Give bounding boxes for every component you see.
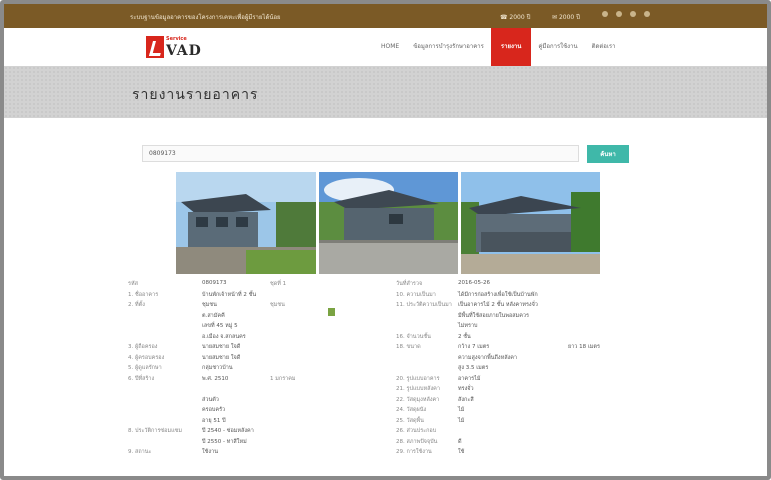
detail-value: อายุ 51 ปี — [202, 417, 226, 424]
detail-label: รหัส — [128, 281, 138, 287]
detail-label-3: 10. ความเป็นมา — [396, 291, 436, 298]
email-info: ✉ 2000 ปี — [552, 14, 580, 21]
detail-label-3: 18. ขนาด — [396, 344, 421, 350]
detail-value-3: ไม้ — [458, 407, 465, 413]
search-input[interactable] — [142, 145, 579, 162]
detail-value: ปี 2540 - ซ่อมหลังคา — [202, 428, 254, 434]
detail-value-3: สูง 3.5 เมตร — [458, 365, 489, 371]
detail-value-3: ไม้ — [458, 417, 465, 424]
nav-menu: HOME ข้อมูลการบำรุงรักษาอาคาร รายงาน คู่มือ… — [374, 28, 623, 66]
detail-value-3: ทรงจั่ว — [458, 386, 474, 392]
detail-value: ส่วนตัว — [202, 396, 219, 403]
detail-label: 6. ปีที่สร้าง — [128, 375, 155, 382]
detail-value-3: กว้าง 7 เมตร — [458, 344, 490, 350]
phone-text: 2000 ปี — [509, 14, 531, 21]
detail-label-3: 21. รูปแบบหลังคา — [396, 386, 440, 392]
detail-label: 2. ที่ตั้ง — [128, 302, 145, 308]
detail-label-3: 25. วัสดุพื้น — [396, 417, 424, 424]
detail-value: อ.เมือง จ.สกลนคร — [202, 333, 246, 340]
detail-value-3: ไม่ทราบ — [458, 323, 478, 329]
detail-value: กลุ่มชาวบ้าน — [202, 365, 233, 371]
detail-value: นายสมชาย ใจดี — [202, 344, 241, 350]
google-icon[interactable] — [630, 11, 636, 17]
detail-value-3: เป็นอาคารไม้ 2 ชั้น หลังคาทรงจั่ว — [458, 302, 538, 308]
detail-value-3: ได้มีการก่อสร้างเพื่อใช้เป็นบ้านพัก — [458, 291, 538, 298]
detail-value: บ้านพักเจ้าหน้าที่ 2 ชั้น — [202, 291, 257, 298]
detail-value: นายสมชาย ใจดี — [202, 354, 241, 361]
social-links — [602, 11, 650, 17]
site-logo[interactable]: Service VAD — [146, 36, 202, 59]
detail-label-2: ชุมชน — [270, 302, 285, 308]
detail-label-2: ชุดที่ 1 — [270, 281, 287, 287]
building-photo-2 — [319, 172, 458, 274]
detail-label: 3. ผู้ถือครอง — [128, 344, 158, 350]
building-photo-3 — [461, 172, 600, 274]
detail-value-3: ความสูงจากพื้นถึงหลังคา — [458, 354, 518, 361]
detail-value: พ.ศ. 2510 — [202, 375, 229, 382]
detail-value-3: 2 ชั้น — [458, 333, 471, 340]
detail-label-3: 16. จำนวนชั้น — [396, 333, 431, 340]
detail-value-3: มีพื้นที่ใช้สอยภายในพอสมควร — [458, 312, 529, 319]
logo-top-text: Service — [166, 36, 187, 42]
detail-label: 5. ผู้ดูแลรักษา — [128, 365, 162, 371]
detail-label-2: 1 มกราคม — [270, 375, 296, 382]
announcement-text: ระบบฐานข้อมูลอาคารของโครงการเคหะเพื่อผู้… — [130, 14, 281, 21]
page-title: รายงานรายอาคาร — [132, 87, 259, 103]
detail-label-3: 20. รูปแบบอาคาร — [396, 375, 440, 382]
detail-value-3: อาคารไม้ — [458, 375, 481, 382]
detail-value: ครอบครัว — [202, 407, 226, 413]
detail-value: ชุมชน — [202, 302, 217, 308]
nav-item[interactable]: รายงาน — [490, 28, 532, 66]
logo-word: VAD — [166, 43, 202, 59]
detail-value-3: ดี — [458, 438, 462, 445]
detail-value-3: ใช้ — [458, 449, 465, 455]
logo-mark-icon — [146, 36, 164, 58]
pdf-icon[interactable] — [328, 308, 335, 316]
detail-label-3: 29. การใช้งาน — [396, 449, 432, 455]
detail-value-4: ยาว 18 เมตร — [568, 344, 600, 350]
nav-item[interactable]: ข้อมูลการบำรุงรักษาอาคาร — [406, 28, 491, 66]
facebook-icon[interactable] — [602, 11, 608, 17]
detail-label-3: 24. วัสดุผนัง — [396, 407, 427, 413]
search-button[interactable]: ค้นหา — [587, 145, 629, 163]
detail-value-3: สังกะสี — [458, 396, 474, 403]
nav-item[interactable]: คู่มือการใช้งาน — [531, 28, 584, 66]
nav-item[interactable]: HOME — [374, 28, 406, 66]
twitter-icon[interactable] — [616, 11, 622, 17]
detail-value: 0809173 — [202, 280, 227, 286]
detail-label-3: 28. สภาพปัจจุบัน — [396, 438, 438, 445]
detail-label: 9. สถานะ — [128, 449, 152, 455]
detail-label: 8. ประวัติการซ่อมแซม — [128, 428, 182, 434]
detail-value: เลขที่ 45 หมู่ 5 — [202, 323, 238, 329]
detail-label-3: 26. ส่วนประกอบ — [396, 428, 437, 434]
detail-label-3: 22. วัสดุมุงหลังคา — [396, 396, 440, 403]
detail-label: 1. ชื่ออาคาร — [128, 291, 159, 298]
detail-label-3: วันที่สำรวจ — [396, 281, 423, 287]
page-header: รายงานรายอาคาร — [4, 66, 767, 118]
detail-label-3: 11. ประวัติความเป็นมา — [396, 302, 452, 308]
detail-label: 4. ผู้ครอบครอง — [128, 354, 165, 361]
detail-value: ปี 2550 - ทาสีใหม่ — [202, 438, 247, 445]
top-info-bar: ระบบฐานข้อมูลอาคารของโครงการเคหะเพื่อผู้… — [4, 4, 767, 28]
youtube-icon[interactable] — [644, 11, 650, 17]
building-photo-1 — [176, 172, 316, 274]
phone-info: ☎ 2000 ปี — [500, 14, 531, 21]
nav-item[interactable]: ติดต่อเรา — [585, 28, 623, 66]
email-text: 2000 ปี — [558, 14, 580, 21]
detail-value-3: 2016-05-26 — [458, 280, 490, 286]
detail-value: ใช้งาน — [202, 449, 218, 455]
detail-value: ต.สามัคคี — [202, 312, 225, 319]
main-navbar: Service VAD HOME ข้อมูลการบำรุงรักษาอาคาร… — [4, 28, 767, 67]
